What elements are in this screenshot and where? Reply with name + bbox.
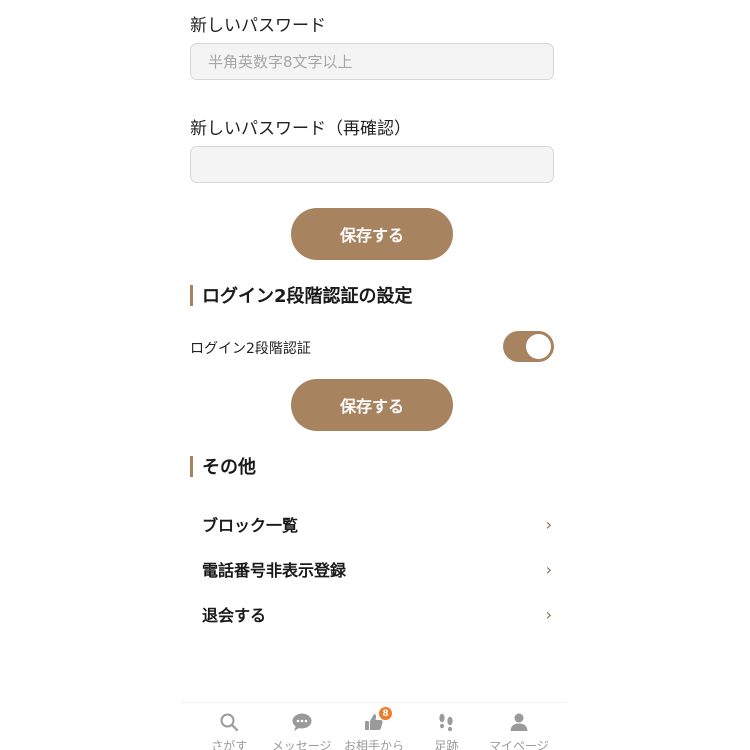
bottom-tab-bar: さがす メッセージ 8 お相手から 足跡 マイページ (181, 702, 567, 750)
two-factor-section-title: ログイン2段階認証の設定 (190, 284, 413, 307)
others-section-title: その他 (190, 455, 256, 478)
thumbs-up-icon: 8 (364, 707, 393, 732)
tab-label: お相手から (344, 739, 405, 750)
save-password-button[interactable]: 保存する (291, 208, 453, 260)
chevron-right-icon: › (545, 604, 552, 624)
tab-footprints[interactable]: 足跡 (410, 703, 482, 750)
user-icon (509, 712, 529, 732)
tab-label: さがす (211, 739, 248, 750)
menu-item-label: ブロック一覧 (202, 516, 299, 535)
footprints-icon (436, 712, 456, 732)
confirm-password-label: 新しいパスワード（再確認） (190, 119, 411, 139)
tab-label: 足跡 (434, 739, 459, 750)
notification-badge: 8 (379, 707, 393, 720)
menu-item-label: 電話番号非表示登録 (202, 561, 347, 580)
menu-item-label: 退会する (202, 606, 267, 625)
menu-item-withdraw[interactable]: 退会する › (190, 596, 554, 632)
section-accent-bar (190, 284, 193, 306)
chevron-right-icon: › (545, 559, 552, 579)
search-icon (219, 712, 239, 732)
tab-label: マイページ (488, 739, 549, 750)
save-two-factor-button[interactable]: 保存する (291, 379, 453, 431)
chevron-right-icon: › (545, 514, 552, 534)
others-section-title-text: その他 (202, 457, 256, 478)
confirm-password-input[interactable] (190, 146, 554, 183)
menu-item-hide-phone[interactable]: 電話番号非表示登録 › (190, 551, 554, 587)
new-password-input[interactable] (190, 43, 554, 80)
tab-search[interactable]: さがす (193, 703, 265, 750)
tab-label: メッセージ (271, 739, 332, 750)
two-factor-section-title-text: ログイン2段階認証の設定 (202, 286, 413, 307)
menu-item-block-list[interactable]: ブロック一覧 › (190, 506, 554, 542)
tab-messages[interactable]: メッセージ (265, 703, 337, 750)
message-icon (291, 712, 313, 732)
toggle-knob (526, 334, 551, 359)
two-factor-toggle-label: ログイン2段階認証 (190, 341, 311, 357)
tab-my-page[interactable]: マイページ (483, 703, 555, 750)
new-password-label: 新しいパスワード (190, 16, 326, 36)
tab-likes-received[interactable]: 8 お相手から (338, 703, 410, 750)
section-accent-bar (190, 455, 193, 477)
two-factor-toggle[interactable] (503, 331, 554, 362)
